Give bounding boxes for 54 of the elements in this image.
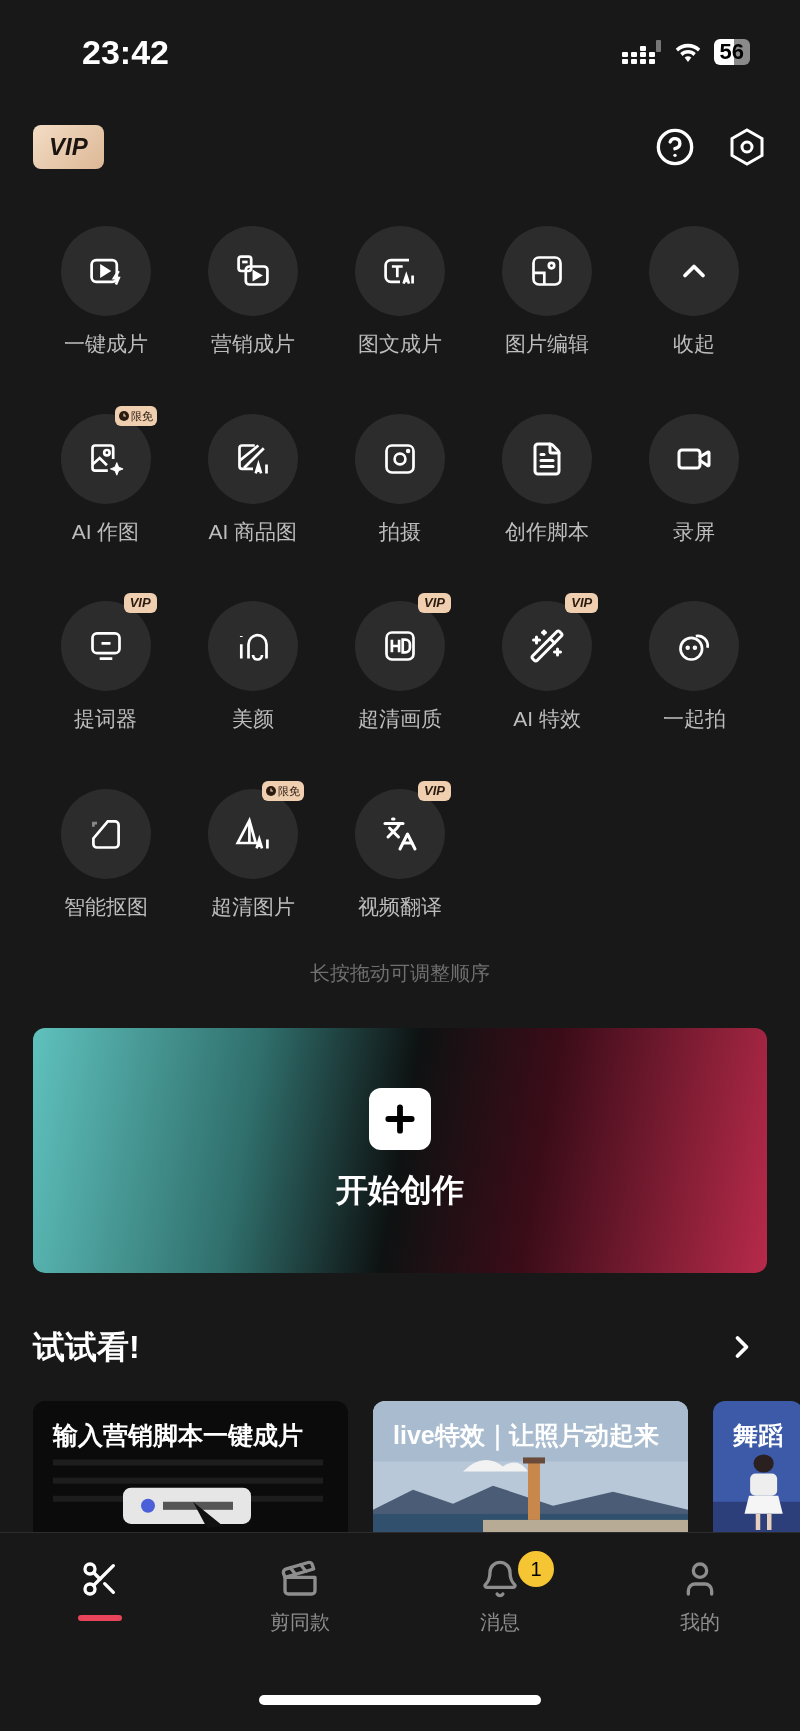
badge-label: 限免 (277, 783, 300, 799)
card-title: live特效｜让照片动起来 (392, 1420, 660, 1453)
tool-label: 一起拍 (662, 706, 726, 732)
tab-label: 消息 (480, 1610, 520, 1635)
tab-label: 我的 (680, 1610, 720, 1635)
clock-time: 23:42 (82, 31, 169, 73)
notification-count: 1 (518, 1551, 554, 1587)
tool-label: 超清画质 (358, 706, 442, 732)
tool-label: 美颜 (231, 706, 274, 732)
clock-icon (265, 785, 276, 796)
tab-item[interactable]: 我的 (672, 1559, 728, 1655)
vip-badge: VIP (123, 593, 157, 613)
card-title: 输入营销脚本一键成片 (51, 1420, 304, 1451)
triangle-ai-icon (234, 815, 271, 852)
magic-wand-icon (529, 628, 566, 664)
start-creating-button[interactable]: 开始创作 (33, 1028, 767, 1273)
help-icon[interactable] (655, 127, 695, 167)
vip-badge: VIP (418, 780, 451, 801)
tool-label: 收起 (673, 331, 716, 357)
tab-item[interactable]: 剪同款 (262, 1559, 338, 1655)
translate-icon (382, 815, 418, 852)
tool-label: 超清图片 (210, 893, 295, 920)
section-title: 试试看! (33, 1328, 140, 1367)
template-card[interactable]: 输入营销脚本一键成片 (33, 1401, 348, 1532)
vip-logo[interactable]: VIP (33, 125, 104, 169)
tool-label: AI 商品图 (208, 518, 298, 545)
template-card[interactable]: 舞蹈 (713, 1401, 800, 1532)
tool-label: 视频翻译 (358, 893, 442, 920)
marketing-video-icon (234, 253, 271, 289)
badge-label: 限免 (130, 408, 153, 424)
battery-indicator: 56 (713, 39, 750, 65)
card-title: 舞蹈 (732, 1420, 784, 1451)
tool-label: 一键成片 (63, 331, 148, 357)
signal-icon (621, 40, 662, 64)
hint-text: 长按拖动可调整顺序 (309, 961, 491, 986)
tool-label: 创作脚本 (505, 518, 590, 545)
vip-badge: VIP (565, 593, 599, 613)
tool-label: AI 作图 (71, 518, 140, 545)
tool-label: AI 特效 (513, 706, 582, 732)
tool-label: 图文成片 (358, 331, 442, 357)
vip-badge: VIP (418, 593, 451, 613)
active-indicator (78, 1615, 122, 1621)
tool-label: 图片编辑 (505, 331, 590, 357)
hd-icon (382, 628, 418, 664)
tool-label: 智能抠图 (63, 893, 148, 920)
tool-label: 提词器 (74, 706, 138, 732)
clock-icon (118, 410, 129, 421)
wifi-icon (673, 42, 702, 62)
tool-label: 录屏 (673, 518, 716, 545)
clapperboard-icon (280, 1559, 320, 1599)
tab-label: 剪同款 (270, 1610, 330, 1635)
tool-label: 营销成片 (210, 331, 295, 357)
tool-label: 拍摄 (379, 518, 421, 545)
bell-icon (480, 1559, 520, 1599)
